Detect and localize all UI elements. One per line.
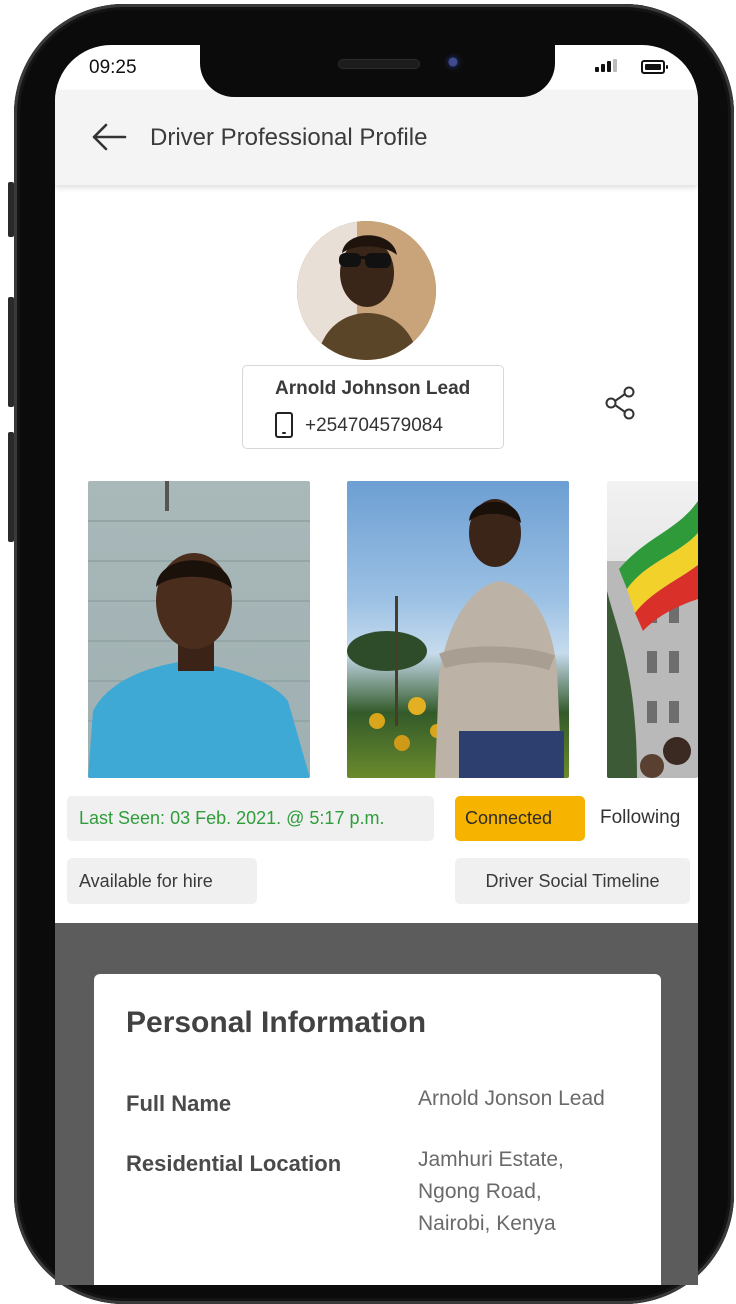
arrow-left-icon[interactable] [91,122,127,152]
following-button[interactable]: Following [600,807,680,829]
gallery-photo-2[interactable] [347,481,569,778]
status-time: 09:25 [89,57,137,78]
connected-button[interactable]: Connected [455,796,585,841]
avatar-photo [297,221,436,360]
front-camera [444,53,464,73]
full-name-value: Arnold Jonson Lead [418,1087,605,1110]
share-icon[interactable] [603,385,639,421]
personal-information-card: Personal Information Full Name Arnold Jo… [94,974,661,1285]
volume-up-button [8,297,14,407]
signal-icon [595,59,617,72]
gallery-photo-1[interactable] [88,481,310,778]
residential-location-value: Jamhuri Estate, Ngong Road, Nairobi, Ken… [418,1144,564,1240]
residential-location-label: Residential Location [126,1151,342,1176]
phone-screen: 09:25 Driver Professional Profile Arnold… [55,45,698,1285]
last-seen-badge: Last Seen: 03 Feb. 2021. @ 5:17 p.m. [67,796,434,841]
driver-name: Arnold Johnson Lead [275,378,471,399]
section-title: Personal Information [126,1006,427,1039]
battery-icon [641,60,668,74]
location-line-1: Jamhuri Estate, [418,1148,564,1171]
driver-phone[interactable]: +254704579084 [305,415,443,437]
notch [200,45,555,97]
volume-down-button [8,432,14,542]
silent-switch [8,182,14,237]
page-title: Driver Professional Profile [150,124,428,151]
gallery-photo-3[interactable] [607,481,698,778]
location-line-3: Nairobi, Kenya [418,1212,556,1235]
driver-id-card: Arnold Johnson Lead +254704579084 [242,365,504,449]
location-line-2: Ngong Road, [418,1180,542,1203]
full-name-label: Full Name [126,1091,232,1116]
avatar[interactable] [297,221,436,360]
speaker-grille [338,59,420,69]
available-for-hire-badge: Available for hire [67,858,257,904]
app-bar: Driver Professional Profile [55,90,698,185]
driver-social-timeline-button[interactable]: Driver Social Timeline [455,858,690,904]
mobile-phone-icon [275,412,293,438]
